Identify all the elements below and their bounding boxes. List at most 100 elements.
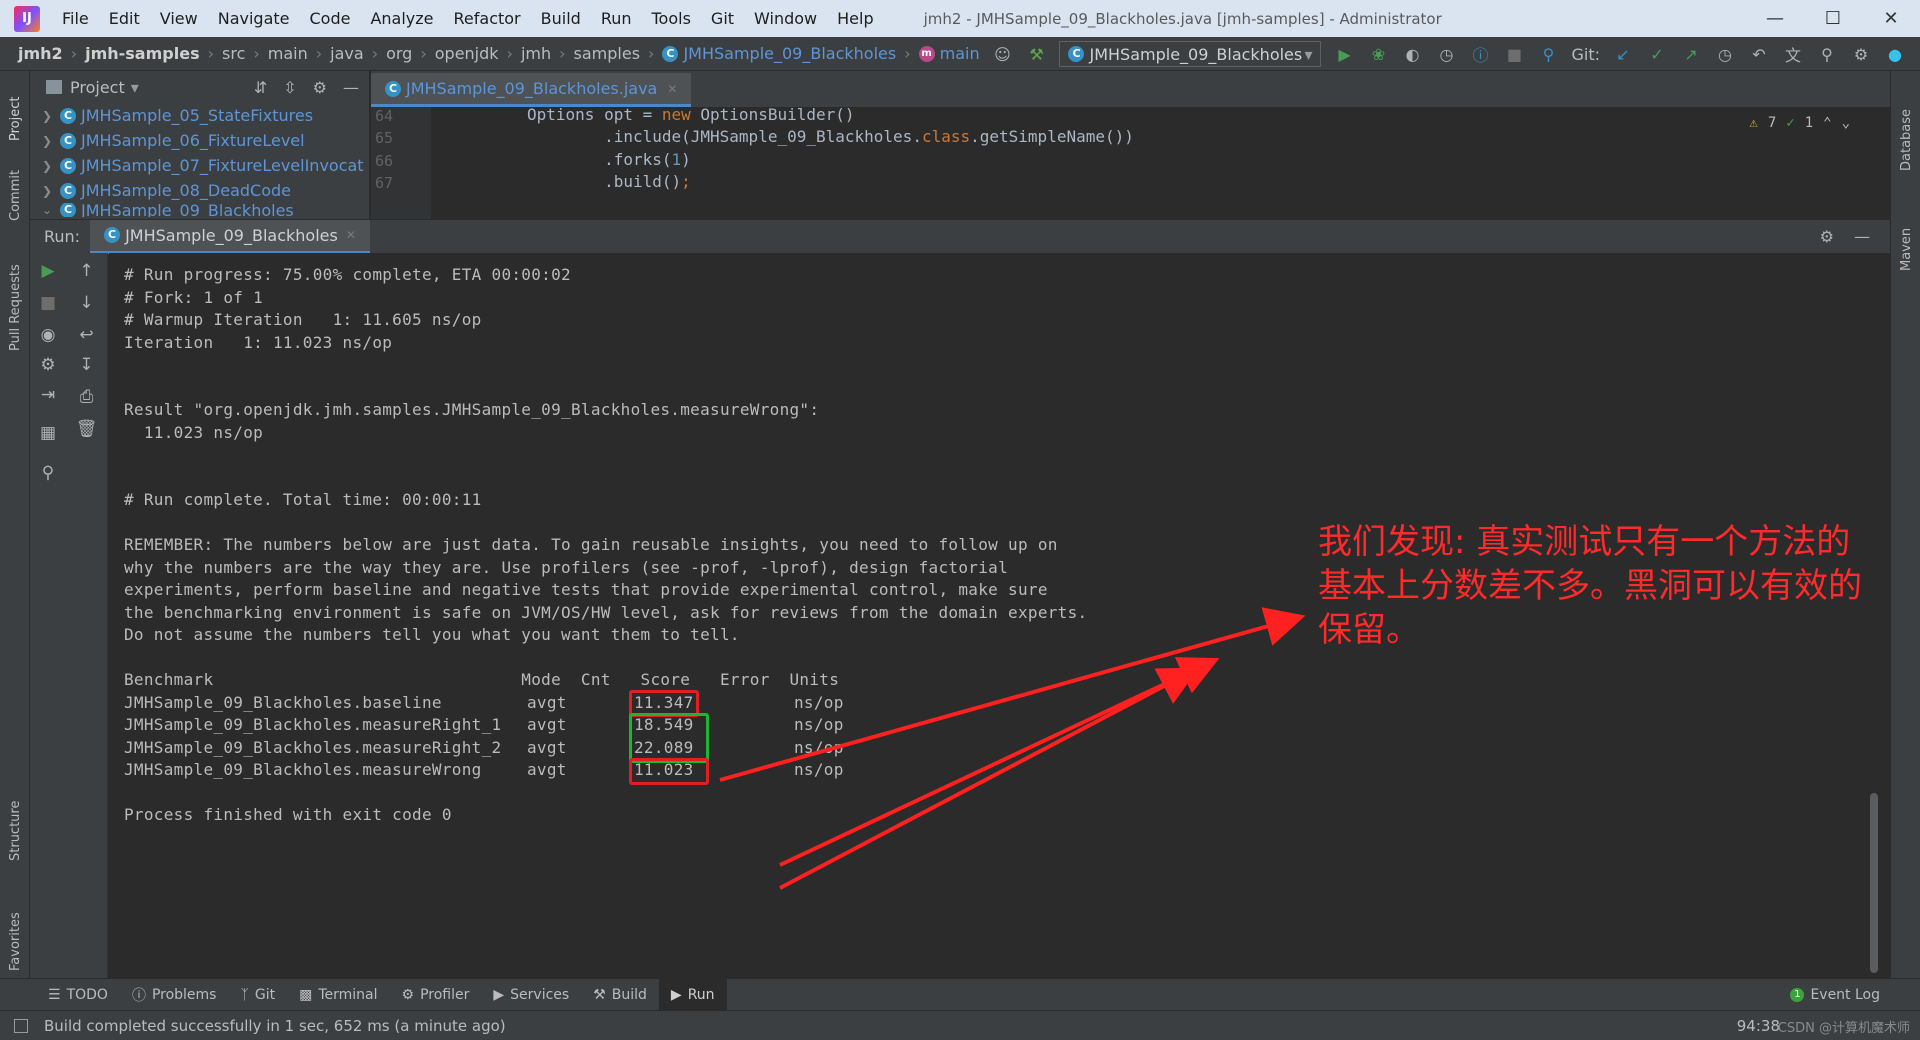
event-log-button[interactable]: 1 Event Log [1790,979,1880,1011]
tool-tab-maven[interactable]: Maven [1891,191,1920,281]
hide-icon[interactable]: — [1854,227,1870,246]
tool-tab-pull-requests[interactable]: Pull Requests [0,231,30,371]
tool-button-todo[interactable]: ☰ TODO [36,979,120,1011]
menu-navigate[interactable]: Navigate [208,9,300,28]
menu-analyze[interactable]: Analyze [360,9,443,28]
search-icon[interactable]: ⚲ [1816,43,1838,65]
stop-icon[interactable]: ■ [30,293,66,313]
gear-icon[interactable]: ⚙ [313,78,327,97]
git-push-icon[interactable]: ↗ [1680,43,1702,65]
breadcrumb-samples[interactable]: samples [570,44,645,63]
tool-button-profiler[interactable]: ⚙ Profiler [390,979,482,1011]
status-toggle-icon[interactable] [14,1018,28,1033]
breadcrumb-class[interactable]: C JMHSample_09_Blackholes [658,44,900,63]
expand-all-icon[interactable]: ⇵ [254,78,267,97]
menu-view[interactable]: View [150,9,208,28]
breadcrumb-src[interactable]: src [218,44,249,63]
run-configuration-select[interactable]: C JMHSample_09_Blackholes ▾ [1059,41,1322,67]
tree-item[interactable]: ⌄ C JMHSample_09_Blackholes [30,203,369,217]
menu-tools[interactable]: Tools [642,9,701,28]
breadcrumb-project[interactable]: jmh2 [14,44,67,63]
editor-tab[interactable]: C JMHSample_09_Blackholes.java ✕ [371,73,692,107]
tool-tab-database[interactable]: Database [1891,81,1920,181]
debug-icon[interactable]: ❀ [1367,43,1389,65]
layout-icon[interactable]: ▦ [30,423,66,443]
trash-icon[interactable]: 🗑 [66,419,107,439]
tool-button-problems[interactable]: ⓘ Problems [120,979,229,1011]
inspection-widget[interactable]: ⚠ 7 ✓ 1 ⌃ ⌄ [1749,115,1850,131]
profile-icon[interactable]: ◷ [1435,43,1457,65]
settings-icon[interactable]: ⚙ [30,355,66,375]
code-editor[interactable]: 64 65 66 67 Options opt = new OptionsBui… [371,105,1890,219]
tool-button-services[interactable]: ▶ Services [481,979,581,1011]
toolbox-icon[interactable]: ● [1884,43,1906,65]
breadcrumb-method[interactable]: m main [915,44,984,63]
chevron-up-icon[interactable]: ⌃ [1823,115,1831,131]
exit-icon[interactable]: ⇥ [30,385,66,405]
tool-tab-structure[interactable]: Structure [0,771,30,861]
tool-tab-commit[interactable]: Commit [0,151,30,221]
breadcrumb-jmh[interactable]: jmh [517,44,555,63]
hide-icon[interactable]: — [343,78,359,97]
search-everywhere-icon[interactable]: ⚲ [1537,43,1559,65]
coverage-icon[interactable]: ◐ [1401,43,1423,65]
scroll-to-end-icon[interactable]: ↧ [66,355,107,375]
menu-help[interactable]: Help [827,9,883,28]
chevron-down-icon[interactable]: ⌄ [1842,115,1850,131]
breadcrumb-openjdk[interactable]: openjdk [431,44,503,63]
menu-code[interactable]: Code [300,9,361,28]
tool-button-build[interactable]: ⚒ Build [581,979,659,1011]
menu-git[interactable]: Git [701,9,744,28]
caret-position[interactable]: 94:38 [1737,1017,1780,1035]
tool-button-terminal[interactable]: ▩ Terminal [287,979,389,1011]
status-message[interactable]: Build completed successfully in 1 sec, 6… [0,1017,506,1035]
close-tab-icon[interactable]: ✕ [346,228,356,242]
breadcrumb-org[interactable]: org [382,44,416,63]
collapse-all-icon[interactable]: ⇳ [283,78,296,97]
menu-window[interactable]: Window [744,9,827,28]
menu-file[interactable]: File [52,9,99,28]
chevron-down-icon[interactable]: ▾ [131,78,139,97]
help-icon[interactable]: ⓘ [1469,43,1491,65]
breadcrumb-module[interactable]: jmh-samples [81,44,204,63]
close-tab-icon[interactable]: ✕ [667,82,677,96]
run-icon[interactable]: ▶ [1333,43,1355,65]
user-icon[interactable]: ☺ [991,43,1013,65]
run-tab[interactable]: C JMHSample_09_Blackholes ✕ [90,219,370,254]
menu-refactor[interactable]: Refactor [444,9,531,28]
tool-tab-favorites[interactable]: Favorites [0,881,30,981]
history-icon[interactable]: ◷ [1714,43,1736,65]
console-scrollbar[interactable] [1870,793,1878,973]
git-update-icon[interactable]: ↙ [1612,43,1634,65]
build-hammer-icon[interactable]: ⚒ [1025,43,1047,65]
breadcrumb-main[interactable]: main [264,44,312,63]
gear-icon[interactable]: ⚙ [1850,43,1872,65]
soft-wrap-icon[interactable]: ↩ [66,325,107,345]
arrow-down-icon[interactable]: ↓ [66,293,107,313]
menu-edit[interactable]: Edit [99,9,150,28]
minimize-icon[interactable]: — [1746,0,1804,37]
tool-tab-project[interactable]: Project [0,71,30,141]
tree-item[interactable]: ❯ C JMHSample_05_StateFixtures [30,103,369,128]
maximize-icon[interactable]: ☐ [1804,0,1862,37]
arrow-up-icon[interactable]: ↑ [66,261,107,281]
git-commit-icon[interactable]: ✓ [1646,43,1668,65]
tool-button-git[interactable]: ᛉ Git [228,979,287,1011]
menu-build[interactable]: Build [531,9,591,28]
close-icon[interactable]: ✕ [1862,0,1920,37]
breadcrumb-java[interactable]: java [326,44,368,63]
menu-run[interactable]: Run [591,9,642,28]
tool-button-run[interactable]: ▶ Run [658,978,727,1011]
tree-item[interactable]: ❯ C JMHSample_06_FixtureLevel [30,128,369,153]
gear-icon[interactable]: ⚙ [1820,227,1834,246]
rerun-icon[interactable]: ▶ [30,261,66,281]
translate-icon[interactable]: 文 [1782,43,1804,65]
pin-icon[interactable]: ⚲ [30,463,66,483]
stop-icon[interactable]: ■ [1503,43,1525,65]
print-icon[interactable]: ⎙ [66,387,107,407]
tree-item[interactable]: ❯ C JMHSample_08_DeadCode [30,178,369,203]
project-panel-title[interactable]: Project [70,78,125,97]
tree-item[interactable]: ❯ C JMHSample_07_FixtureLevelInvocat [30,153,369,178]
camera-icon[interactable]: ◉ [30,325,66,345]
rollback-icon[interactable]: ↶ [1748,43,1770,65]
